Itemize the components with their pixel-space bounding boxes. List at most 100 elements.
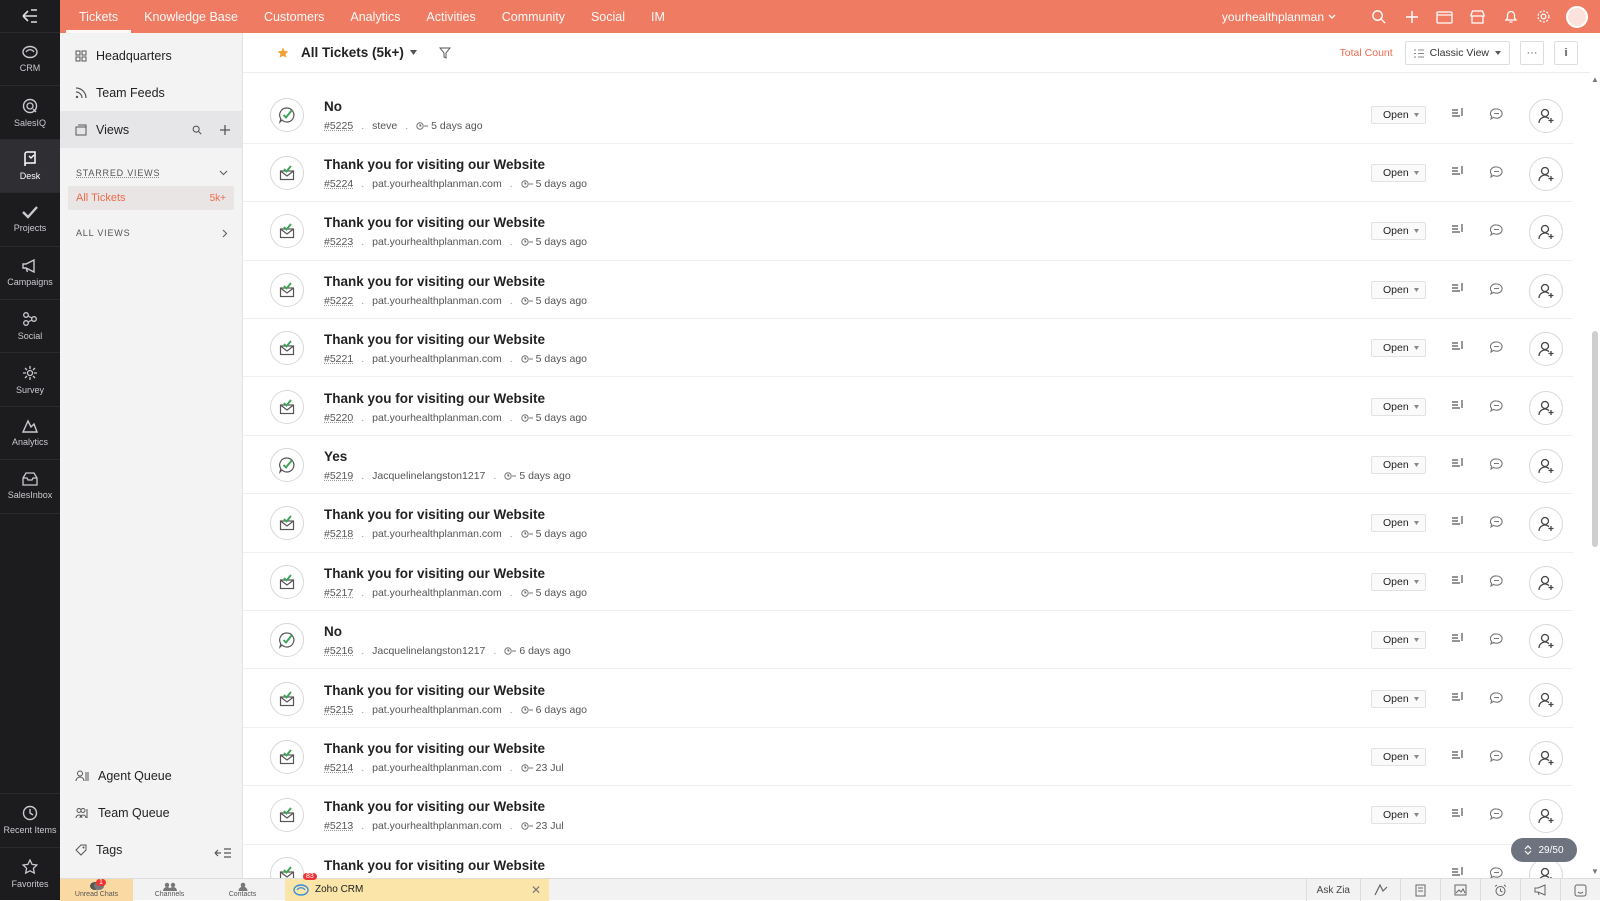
sidebar-item-team-queue[interactable]: Team Queue [60, 794, 243, 831]
status-dropdown[interactable]: Open [1371, 806, 1426, 824]
assign-agent-button[interactable] [1529, 566, 1563, 600]
plus-icon[interactable] [220, 125, 230, 135]
pagination-indicator[interactable]: 29/50 [1511, 838, 1577, 862]
ticket-contact[interactable]: pat.yourhealthplanman.com [372, 762, 502, 774]
status-dropdown[interactable]: Open [1371, 106, 1426, 124]
layout-switcher[interactable]: Classic View [1405, 41, 1510, 65]
calls-button[interactable] [1428, 10, 1461, 24]
assign-agent-button[interactable] [1529, 683, 1563, 717]
ticket-row[interactable]: No #5216 . Jacquelinelangston1217 . 6 da… [243, 611, 1573, 669]
assign-agent-button[interactable] [1529, 449, 1563, 483]
priority-button[interactable] [1452, 458, 1464, 468]
notes-button[interactable] [1400, 879, 1440, 901]
conversation-button[interactable] [1490, 575, 1503, 587]
ticket-row[interactable]: Thank you for visiting our Website #5217… [243, 553, 1573, 611]
close-icon[interactable]: ✕ [531, 883, 541, 897]
ticket-subject[interactable]: Thank you for visiting our Website [324, 741, 545, 756]
priority-button[interactable] [1452, 166, 1464, 176]
priority-button[interactable] [1452, 516, 1464, 526]
ticket-row[interactable]: Thank you for visiting our Website #5221… [243, 319, 1573, 377]
announcements-button[interactable] [1520, 879, 1560, 901]
tab-knowledge-base[interactable]: Knowledge Base [131, 0, 251, 33]
ticket-contact[interactable]: pat.yourhealthplanman.com [372, 704, 502, 716]
status-dropdown[interactable]: Open [1371, 281, 1426, 299]
priority-button[interactable] [1452, 341, 1464, 351]
assign-agent-button[interactable] [1529, 215, 1563, 249]
ticket-contact[interactable]: pat.yourhealthplanman.com [372, 528, 502, 540]
conversation-button[interactable] [1490, 341, 1503, 353]
sidebar-item-team-feeds[interactable]: Team Feeds [60, 74, 242, 111]
ticket-contact[interactable]: Jacquelinelangston1217 [372, 470, 485, 482]
contacts-button[interactable]: Contacts [206, 879, 279, 901]
assign-agent-button[interactable] [1529, 799, 1563, 833]
ticket-number[interactable]: #5217 [324, 587, 353, 599]
ticket-subject[interactable]: Thank you for visiting our Website [324, 566, 545, 581]
filter-icon[interactable] [439, 47, 451, 59]
search-button[interactable] [1362, 9, 1395, 24]
conversation-button[interactable] [1490, 808, 1503, 820]
assign-agent-button[interactable] [1529, 624, 1563, 658]
status-dropdown[interactable]: Open [1371, 164, 1426, 182]
zia-button[interactable] [1360, 879, 1400, 901]
tab-social[interactable]: Social [578, 0, 638, 33]
ticket-row[interactable]: Thank you for visiting our Website #5220… [243, 378, 1573, 436]
priority-button[interactable] [1452, 224, 1464, 234]
conversation-button[interactable] [1490, 108, 1503, 120]
assign-agent-button[interactable] [1529, 332, 1563, 366]
notifications-button[interactable] [1494, 9, 1527, 24]
rail-item-recent-items[interactable]: Recent Items [0, 793, 60, 846]
assign-agent-button[interactable] [1529, 274, 1563, 308]
settings-button[interactable] [1527, 9, 1560, 24]
tab-im[interactable]: IM [638, 0, 678, 33]
conversation-button[interactable] [1490, 400, 1503, 412]
channels-button[interactable]: Channels [133, 879, 206, 901]
portal-switcher[interactable]: yourhealthplanman [1222, 10, 1336, 24]
ticket-number[interactable]: #5221 [324, 353, 353, 365]
ticket-subject[interactable]: Thank you for visiting our Website [324, 799, 545, 814]
more-options-button[interactable]: ··· [1520, 41, 1544, 65]
status-dropdown[interactable]: Open [1371, 514, 1426, 532]
rail-item-favorites[interactable]: Favorites [0, 847, 60, 900]
ticket-subject[interactable]: Thank you for visiting our Website [324, 157, 545, 172]
view-switcher[interactable]: All Tickets (5k+) [301, 45, 417, 60]
ticket-number[interactable]: #5223 [324, 236, 353, 248]
starred-view-all-tickets[interactable]: All Tickets 5k+ [68, 186, 234, 210]
ticket-contact[interactable]: pat.yourhealthplanman.com [372, 353, 502, 365]
assign-agent-button[interactable] [1529, 391, 1563, 425]
ticket-contact[interactable]: pat.yourhealthplanman.com [372, 412, 502, 424]
sidebar-item-views[interactable]: Views [60, 111, 242, 148]
ticket-number[interactable]: #5216 [324, 645, 353, 657]
marketplace-button[interactable] [1461, 10, 1494, 24]
conversation-button[interactable] [1490, 633, 1503, 645]
status-dropdown[interactable]: Open [1371, 631, 1426, 649]
ticket-subject[interactable]: Thank you for visiting our Website [324, 332, 545, 347]
ticket-contact[interactable]: Jacquelinelangston1217 [372, 645, 485, 657]
ticket-subject[interactable]: Thank you for visiting our Website [324, 683, 545, 698]
conversation-button[interactable] [1490, 750, 1503, 762]
priority-button[interactable] [1452, 283, 1464, 293]
status-dropdown[interactable]: Open [1371, 456, 1426, 474]
sidebar-item-headquarters[interactable]: Headquarters [60, 37, 242, 74]
rail-item-crm[interactable]: CRM [0, 33, 60, 86]
status-dropdown[interactable]: Open [1371, 573, 1426, 591]
collapse-sidebar-button[interactable] [214, 848, 232, 858]
priority-button[interactable] [1452, 575, 1464, 585]
ticket-contact[interactable]: pat.yourhealthplanman.com [372, 820, 502, 832]
priority-button[interactable] [1452, 808, 1464, 818]
ticket-subject[interactable]: Thank you for visiting our Website [324, 507, 545, 522]
tab-activities[interactable]: Activities [413, 0, 488, 33]
ticket-subject[interactable]: No [324, 624, 342, 639]
ticket-number[interactable]: #5222 [324, 295, 353, 307]
scroll-up-arrow[interactable]: ▲ [1591, 75, 1599, 84]
priority-button[interactable] [1452, 692, 1464, 702]
ticket-row[interactable]: Thank you for visiting our Website #5224… [243, 144, 1573, 202]
ticket-number[interactable]: #5213 [324, 820, 353, 832]
rail-item-social[interactable]: Social [0, 300, 60, 353]
conversation-button[interactable] [1490, 166, 1503, 178]
scroll-down-arrow[interactable]: ▼ [1591, 867, 1599, 876]
support-button[interactable] [1560, 879, 1600, 901]
ticket-number[interactable]: #5224 [324, 178, 353, 190]
assign-agent-button[interactable] [1529, 507, 1563, 541]
conversation-button[interactable] [1490, 458, 1503, 470]
add-button[interactable] [1395, 10, 1428, 24]
